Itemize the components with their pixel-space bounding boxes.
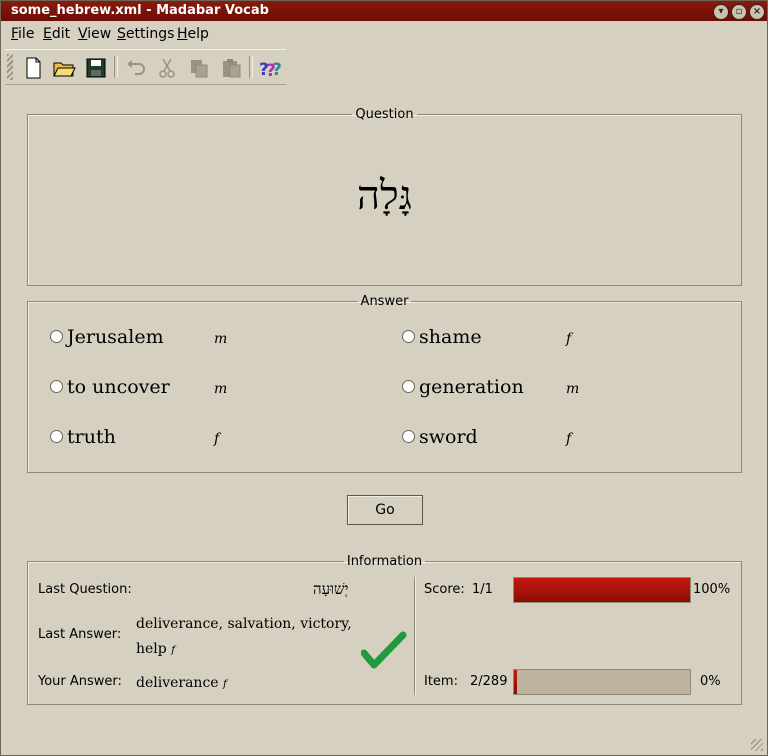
gender-marker: m: [566, 381, 580, 397]
checkmark-icon: [361, 631, 407, 669]
menu-view[interactable]: View: [78, 26, 111, 42]
last-question-label: Last Question:: [38, 582, 132, 597]
toolbar-separator: [114, 56, 118, 78]
radio-button[interactable]: [50, 429, 63, 443]
gender-marker: m: [214, 331, 228, 347]
your-answer-label: Your Answer:: [38, 674, 122, 689]
close-icon[interactable]: ×: [749, 4, 765, 20]
title-bar[interactable]: some_hebrew.xml - Madabar Vocab ▾ ▫ ×: [1, 1, 767, 21]
open-folder-icon[interactable]: [52, 56, 76, 80]
option-label: truth: [67, 426, 116, 448]
copy-icon[interactable]: [187, 56, 211, 80]
minimize-icon[interactable]: ▾: [713, 4, 729, 20]
radio-button[interactable]: [402, 429, 415, 443]
menu-help[interactable]: Help: [177, 26, 209, 42]
score-value: 1/1: [472, 582, 493, 597]
last-question-word: יְשׁוּעָה: [313, 580, 349, 598]
menu-edit[interactable]: Edit: [43, 26, 70, 42]
cut-icon[interactable]: [155, 56, 179, 80]
info-divider: [414, 577, 416, 695]
toolbar: ???: [5, 49, 286, 85]
radio-button[interactable]: [402, 329, 415, 343]
item-value: 2/289: [470, 674, 508, 689]
gender-marker: f: [223, 679, 227, 690]
radio-button[interactable]: [50, 379, 63, 393]
option-label: to uncover: [67, 376, 170, 398]
whats-this-help-icon[interactable]: ???: [257, 56, 281, 80]
score-percent: 100%: [693, 582, 731, 597]
answer-option-1[interactable]: Jerusalem: [50, 326, 164, 348]
svg-text:?: ?: [272, 60, 281, 80]
option-label: Jerusalem: [67, 326, 164, 348]
maximize-icon[interactable]: ▫: [731, 4, 747, 20]
item-progress-fill: [514, 670, 517, 694]
question-legend: Question: [355, 107, 414, 122]
radio-button[interactable]: [402, 379, 415, 393]
gender-marker: f: [171, 645, 175, 656]
menu-file[interactable]: File: [11, 26, 34, 42]
item-label: Item:: [424, 674, 458, 689]
score-progress-fill: [514, 578, 690, 602]
go-button[interactable]: Go: [347, 495, 423, 525]
last-answer-label: Last Answer:: [38, 627, 122, 642]
gender-marker: f: [566, 431, 572, 447]
option-label: shame: [419, 326, 482, 348]
answer-option-6[interactable]: sword: [402, 426, 478, 448]
last-answer-line2: help f: [136, 641, 175, 657]
answer-option-2[interactable]: shame: [402, 326, 482, 348]
window-title: some_hebrew.xml - Madabar Vocab: [11, 3, 269, 18]
option-label: generation: [419, 376, 524, 398]
your-answer-value: deliverance f: [136, 675, 227, 691]
menu-bar: File Edit View Settings Help: [1, 22, 767, 46]
menu-settings[interactable]: Settings: [117, 26, 174, 42]
answer-option-5[interactable]: truth: [50, 426, 116, 448]
answer-legend: Answer: [360, 294, 409, 309]
question-word: גָּלָה: [357, 173, 412, 219]
option-label: sword: [419, 426, 478, 448]
gender-marker: f: [214, 431, 220, 447]
resize-grip-icon[interactable]: [751, 739, 763, 751]
main-window: some_hebrew.xml - Madabar Vocab ▾ ▫ × Fi…: [0, 0, 768, 756]
gender-marker: f: [566, 331, 572, 347]
question-group: Question גָּלָה: [27, 107, 742, 286]
last-answer-line1: deliverance, salvation, victory,: [136, 616, 352, 632]
save-icon[interactable]: [84, 56, 108, 80]
toolbar-separator: [249, 56, 253, 78]
toolbar-grip-icon[interactable]: [7, 54, 13, 80]
radio-button[interactable]: [50, 329, 63, 343]
new-file-icon[interactable]: [21, 56, 45, 80]
answer-option-4[interactable]: generation: [402, 376, 524, 398]
score-label: Score:: [424, 582, 465, 597]
item-progress-bar: [513, 669, 691, 695]
item-percent: 0%: [700, 674, 721, 689]
answer-option-3[interactable]: to uncover: [50, 376, 170, 398]
information-legend: Information: [346, 554, 423, 569]
undo-icon[interactable]: [123, 56, 147, 80]
score-progress-bar: [513, 577, 691, 603]
paste-icon[interactable]: [219, 56, 243, 80]
gender-marker: m: [214, 381, 228, 397]
